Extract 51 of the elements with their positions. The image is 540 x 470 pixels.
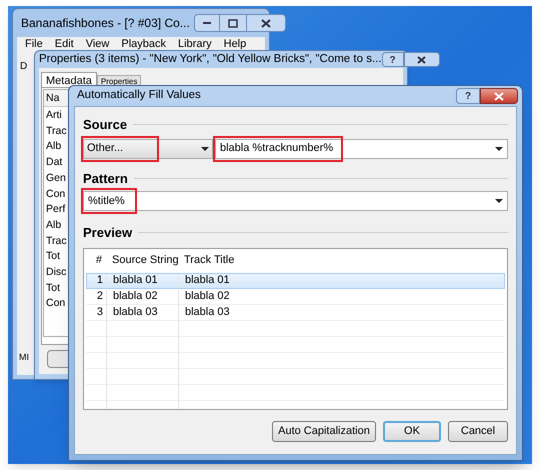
help-button[interactable]: ? — [456, 88, 480, 104]
window-title: Properties (3 items) - "New York", "Old Yellow Bricks", "Come to s... — [39, 52, 382, 67]
menu-item[interactable]: Library — [178, 36, 212, 52]
dropdown-arrow-icon — [495, 146, 503, 150]
dialog-button[interactable]: OK — [383, 420, 441, 442]
close-button[interactable] — [246, 14, 286, 32]
maximize-button[interactable] — [220, 14, 246, 32]
table-cell-text: blabla 03 — [184, 305, 231, 320]
section-heading: Source — [83, 116, 128, 134]
dialog-button[interactable]: Cancel — [448, 420, 508, 442]
minimize-icon — [202, 21, 212, 25]
menu-item[interactable]: Edit — [54, 36, 74, 52]
dialog-button[interactable]: Auto Capitalization — [272, 420, 376, 442]
list-row[interactable]: 2 blabla 02 blabla 02 — [86, 288, 505, 304]
dropdown-value: Other... — [87, 141, 124, 156]
column-header[interactable]: Track Title — [178, 252, 507, 269]
dropdown-arrow-icon — [201, 146, 209, 150]
close-icon — [417, 56, 426, 64]
menu-item[interactable]: File — [25, 36, 43, 52]
combobox-value: blabla %tracknumber% — [220, 141, 334, 156]
menu-item[interactable]: Playback — [121, 36, 166, 52]
column-header[interactable]: Source String — [106, 252, 178, 269]
tab[interactable]: Metadata — [41, 72, 97, 87]
table-cell-text: blabla 01 — [112, 273, 159, 288]
table-cell-text: blabla 02 — [184, 289, 231, 304]
maximize-icon — [228, 18, 238, 28]
window-title: Bananafishbones - [? #03] Co... — [21, 15, 190, 32]
table-cell-text: 3 — [96, 305, 104, 320]
table-cell-text: blabla 01 — [184, 273, 231, 288]
dropdown-arrow-icon — [495, 199, 503, 203]
menu-item[interactable]: View — [86, 36, 110, 52]
panel-label: MI — [19, 351, 29, 364]
close-button[interactable] — [480, 88, 518, 104]
close-button[interactable] — [404, 52, 440, 67]
menu-item[interactable]: Help — [224, 36, 246, 52]
list-row[interactable]: 3 blabla 03 blabla 03 — [86, 304, 505, 320]
close-icon — [494, 92, 504, 100]
close-icon — [260, 18, 271, 28]
table-cell-text: blabla 02 — [112, 289, 159, 304]
table-cell-text: 1 — [96, 273, 104, 288]
column-header[interactable]: # — [84, 252, 106, 269]
pattern-combobox[interactable]: %title% — [83, 191, 508, 211]
list-row[interactable]: 1 blabla 01 blabla 01 — [86, 272, 505, 288]
tab-label[interactable]: D — [20, 59, 28, 74]
combobox-value: %title% — [88, 194, 125, 209]
table-cell-text: blabla 03 — [112, 305, 159, 320]
table-cell-text: 2 — [96, 289, 104, 304]
help-button[interactable]: ? — [382, 52, 404, 67]
section-heading: Pattern — [83, 170, 128, 188]
section-heading: Preview — [83, 224, 132, 242]
minimize-button[interactable] — [194, 14, 220, 32]
